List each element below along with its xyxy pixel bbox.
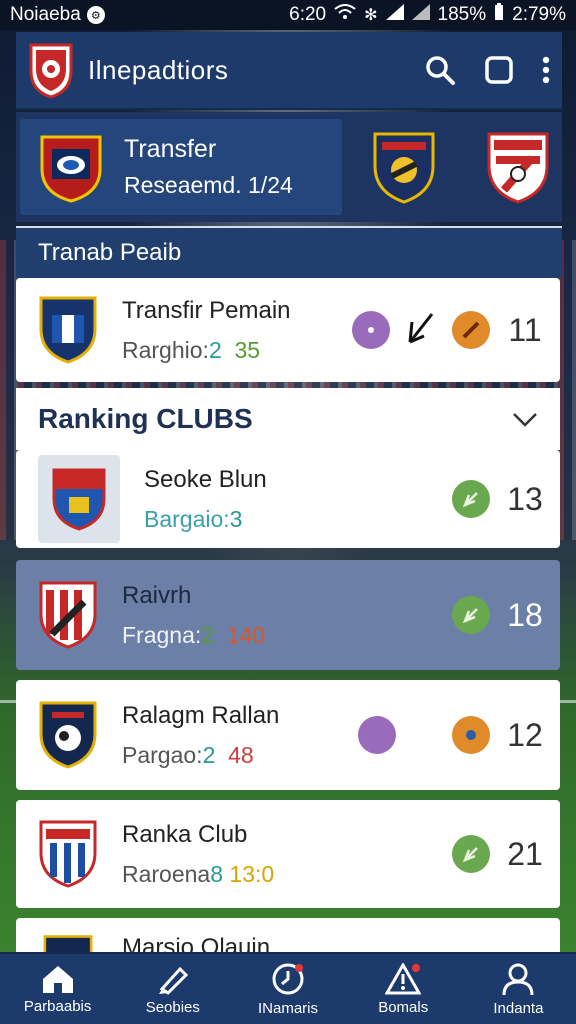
tab-label: INamaris <box>258 999 319 1017</box>
tab-profile[interactable]: Indanta <box>461 954 576 1024</box>
rank-number: 11 <box>508 311 542 348</box>
clock-icon <box>272 963 304 994</box>
club-crest-box <box>38 455 120 543</box>
club-crest-icon <box>39 701 97 769</box>
bottom-nav: Parbaabis Seobies INamaris Bomals Indant… <box>0 952 576 1024</box>
status-clock-2: 2:79% <box>512 4 566 25</box>
rank-number: 21 <box>507 835 543 872</box>
pen-icon <box>158 966 188 995</box>
ranking-row-highlighted[interactable]: Raivrh Fragna:2 140 18 <box>16 560 560 670</box>
club-crest-icon <box>40 135 102 203</box>
square-icon[interactable] <box>484 55 514 85</box>
notification-icon: ⚙ <box>86 6 105 24</box>
tab-label: Bomals <box>378 998 429 1016</box>
ranking-title: Ranking CLUBS <box>38 403 253 434</box>
transfer-list-item[interactable]: Transfir Pemain Rarghio:2 35 11 <box>16 278 560 382</box>
search-icon[interactable] <box>424 54 456 86</box>
club-crest-icon[interactable] <box>372 130 436 204</box>
item-subtitle: Fragna:2 140 <box>122 621 266 648</box>
alert-icon <box>385 962 422 994</box>
club-crest-icon <box>39 820 97 888</box>
tab-stats[interactable]: INamaris <box>230 954 345 1024</box>
carrier-label: Noiaeba <box>10 4 81 25</box>
app-title: Ilnepadtiors <box>88 54 229 85</box>
green-badge-icon <box>452 480 490 518</box>
tab-search[interactable]: Seobies <box>115 954 230 1024</box>
arrow-icon[interactable] <box>406 310 436 351</box>
battery-percent: 185% <box>437 4 487 25</box>
app-bar: Ilnepadtiors <box>16 32 562 110</box>
item-subtitle: Raroena8 13:0 <box>122 860 275 887</box>
vibrate-icon: ✻ <box>364 7 378 24</box>
ranking-row[interactable]: Ranka Club Raroena8 13:0 21 <box>16 800 560 908</box>
item-subtitle: Rarghio:2 35 <box>122 336 261 363</box>
rank-number: 13 <box>507 480 543 517</box>
club-crest-icon <box>39 581 97 649</box>
transfer-banner[interactable]: Transfer Reseaemd. 1/24 <box>16 112 562 222</box>
item-name: Seoke Blun <box>144 465 267 493</box>
tab-alerts[interactable]: Bomals <box>346 954 461 1024</box>
club-logo-icon <box>29 43 73 99</box>
status-time: 6:20 <box>289 4 327 25</box>
club-crest-icon <box>39 296 97 364</box>
wifi-icon <box>334 4 356 26</box>
tab-label: Parbaabis <box>23 997 92 1015</box>
green-badge-icon <box>452 596 490 634</box>
status-dot <box>358 716 396 754</box>
green-badge-icon <box>452 835 490 873</box>
battery-icon <box>494 3 504 27</box>
status-dot <box>352 311 390 349</box>
transfer-tile[interactable]: Transfer Reseaemd. 1/24 <box>20 119 342 215</box>
orange-badge-icon <box>452 716 490 754</box>
item-subtitle: Pargao:2 48 <box>122 741 254 768</box>
signal-icon-2 <box>411 4 430 26</box>
item-subtitle: Bargaio:3 <box>144 505 243 532</box>
club-crest-icon <box>52 468 106 531</box>
club-crest-icon[interactable] <box>486 130 550 204</box>
item-name: Ralagm Rallan <box>122 701 280 729</box>
rank-number: 18 <box>507 596 543 633</box>
orange-badge-icon <box>452 311 490 349</box>
item-name: Ranka Club <box>122 820 248 848</box>
tab-label: Indanta <box>493 999 544 1017</box>
ranking-header[interactable]: Ranking CLUBS <box>16 388 560 450</box>
tab-label: Seobies <box>145 998 200 1016</box>
banner-title: Transfer <box>124 135 217 163</box>
ranking-row[interactable]: Ralagm Rallan Pargao:2 48 12 <box>16 680 560 790</box>
banner-subtitle: Reseaemd. 1/24 <box>124 172 293 198</box>
user-icon <box>502 963 534 995</box>
tab-home[interactable]: Parbaabis <box>0 954 115 1024</box>
section-title: Tranab Peaib <box>16 226 562 278</box>
status-bar: Noiaeba ⚙ 6:20 ✻ 185% 2:79% <box>0 0 576 30</box>
item-name: Raivrh <box>122 581 192 609</box>
signal-icon <box>385 4 404 26</box>
chevron-down-icon[interactable] <box>512 403 538 435</box>
home-icon <box>42 965 73 993</box>
item-name: Transfir Pemain <box>122 296 291 324</box>
more-vert-icon[interactable] <box>542 56 550 84</box>
ranking-row[interactable]: Seoke Blun Bargaio:3 13 <box>16 450 560 548</box>
rank-number: 12 <box>507 716 543 753</box>
